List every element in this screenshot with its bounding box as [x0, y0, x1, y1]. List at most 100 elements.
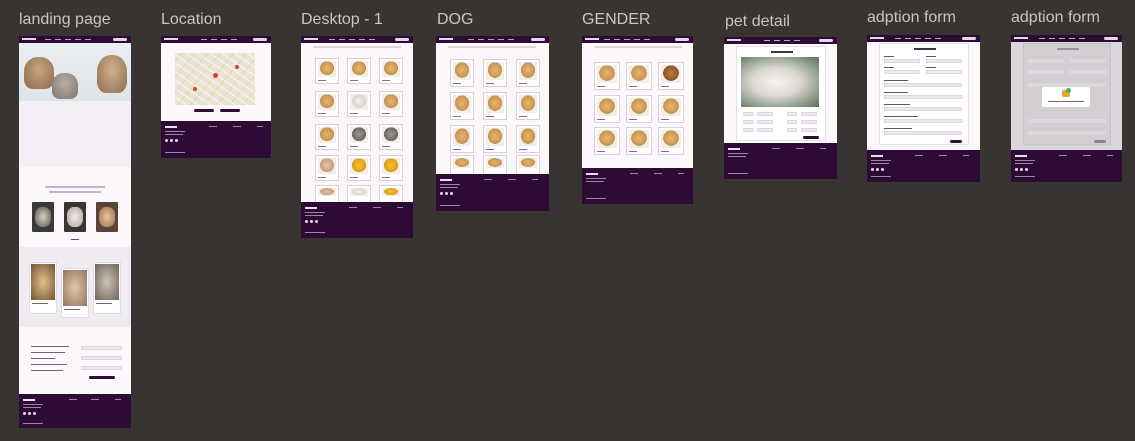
pet-card[interactable]	[96, 202, 118, 232]
footer-link[interactable]	[772, 148, 780, 149]
map-marker[interactable]	[193, 87, 197, 91]
nav-button[interactable]	[253, 38, 267, 41]
pet-thumbnail[interactable]	[379, 58, 403, 84]
pet-card[interactable]	[93, 262, 121, 314]
frame-desktop-1[interactable]	[301, 36, 413, 238]
form-field[interactable]	[1028, 70, 1064, 74]
social-icon[interactable]	[881, 168, 884, 171]
frame-label-gender[interactable]: GENDER	[582, 11, 650, 29]
form-field[interactable]	[884, 95, 962, 99]
nav-link[interactable]	[75, 39, 81, 40]
frame-adoption-form[interactable]	[867, 35, 980, 182]
nav-button[interactable]	[962, 37, 976, 40]
form-field[interactable]	[884, 83, 962, 87]
frame-label-desktop1[interactable]: Desktop - 1	[301, 11, 383, 29]
nav-link[interactable]	[211, 39, 217, 40]
footer-link[interactable]	[915, 155, 923, 156]
footer-link[interactable]	[508, 179, 516, 180]
nav-link[interactable]	[85, 39, 91, 40]
social-icon[interactable]	[28, 412, 31, 415]
nav-link[interactable]	[915, 38, 921, 39]
frame-pet-detail[interactable]	[724, 37, 837, 179]
filter-bar[interactable]	[448, 46, 536, 48]
nav-link[interactable]	[349, 39, 355, 40]
filter-bar[interactable]	[313, 46, 401, 48]
nav-link[interactable]	[498, 39, 504, 40]
social-icon[interactable]	[305, 220, 308, 223]
map-marker[interactable]	[213, 73, 218, 78]
pet-thumbnail[interactable]	[594, 62, 620, 90]
nav-button[interactable]	[819, 39, 833, 42]
pet-thumbnail[interactable]	[379, 185, 403, 203]
submit-button[interactable]	[950, 140, 962, 143]
social-icon[interactable]	[310, 220, 313, 223]
pet-thumbnail[interactable]	[347, 155, 371, 181]
nav-button[interactable]	[1104, 37, 1118, 40]
pet-thumbnail[interactable]	[450, 155, 474, 175]
footer-link[interactable]	[257, 126, 263, 127]
form-field[interactable]	[884, 70, 920, 74]
footer-link[interactable]	[349, 207, 357, 208]
pet-thumbnail[interactable]	[626, 62, 652, 90]
nav-link[interactable]	[508, 39, 514, 40]
contact-submit-button[interactable]	[89, 376, 115, 379]
pet-thumbnail[interactable]	[379, 91, 403, 117]
footer-link[interactable]	[1083, 155, 1091, 156]
form-field[interactable]	[884, 107, 962, 111]
pet-thumbnail[interactable]	[315, 58, 339, 84]
form-field[interactable]	[1070, 70, 1106, 74]
pet-thumbnail[interactable]	[516, 59, 540, 87]
nav-link[interactable]	[221, 39, 227, 40]
social-icon[interactable]	[170, 139, 173, 142]
pet-thumbnail[interactable]	[347, 58, 371, 84]
contact-name-field[interactable]	[81, 346, 122, 350]
nav-link[interactable]	[634, 39, 640, 40]
frame-gender[interactable]	[582, 36, 693, 204]
location-button[interactable]	[220, 109, 240, 112]
nav-link[interactable]	[468, 39, 474, 40]
pet-thumbnail[interactable]	[450, 125, 474, 153]
nav-button[interactable]	[531, 38, 545, 41]
footer-link[interactable]	[233, 126, 241, 127]
pet-thumbnail[interactable]	[658, 95, 684, 123]
nav-link[interactable]	[895, 38, 901, 39]
footer-link[interactable]	[1059, 155, 1067, 156]
pet-thumbnail[interactable]	[483, 125, 507, 153]
nav-link[interactable]	[1049, 38, 1055, 39]
nav-link[interactable]	[329, 39, 335, 40]
footer-link[interactable]	[69, 399, 77, 400]
social-icon[interactable]	[1020, 168, 1023, 171]
nav-link[interactable]	[905, 38, 911, 39]
pet-card[interactable]	[64, 202, 86, 232]
pet-thumbnail[interactable]	[315, 124, 339, 150]
pet-card[interactable]	[29, 262, 57, 314]
pet-thumbnail[interactable]	[516, 155, 540, 175]
frame-label-adoption-form-2[interactable]: adption form	[1011, 9, 1100, 27]
nav-link[interactable]	[604, 39, 610, 40]
nav-link[interactable]	[1079, 38, 1085, 39]
frame-label-location[interactable]: Location	[161, 11, 222, 29]
footer-link[interactable]	[939, 155, 947, 156]
footer-link[interactable]	[796, 148, 804, 149]
pet-thumbnail[interactable]	[594, 127, 620, 155]
form-field[interactable]	[1070, 59, 1106, 63]
filter-bar[interactable]	[594, 46, 682, 48]
nav-link[interactable]	[644, 39, 650, 40]
social-icon[interactable]	[450, 192, 453, 195]
social-icon[interactable]	[165, 139, 168, 142]
pet-thumbnail[interactable]	[658, 127, 684, 155]
social-icon[interactable]	[1015, 168, 1018, 171]
nav-link[interactable]	[794, 40, 800, 41]
pet-thumbnail[interactable]	[483, 92, 507, 120]
nav-link[interactable]	[784, 40, 790, 41]
nav-link[interactable]	[339, 39, 345, 40]
pet-thumbnail[interactable]	[347, 185, 371, 203]
pet-thumbnail[interactable]	[379, 124, 403, 150]
frame-dog[interactable]	[436, 36, 549, 211]
footer-link[interactable]	[678, 173, 684, 174]
nav-link[interactable]	[925, 38, 931, 39]
frame-adoption-form-success[interactable]	[1011, 35, 1122, 182]
social-icon[interactable]	[871, 168, 874, 171]
pet-thumbnail[interactable]	[516, 92, 540, 120]
frame-label-adoption-form[interactable]: adption form	[867, 9, 956, 27]
